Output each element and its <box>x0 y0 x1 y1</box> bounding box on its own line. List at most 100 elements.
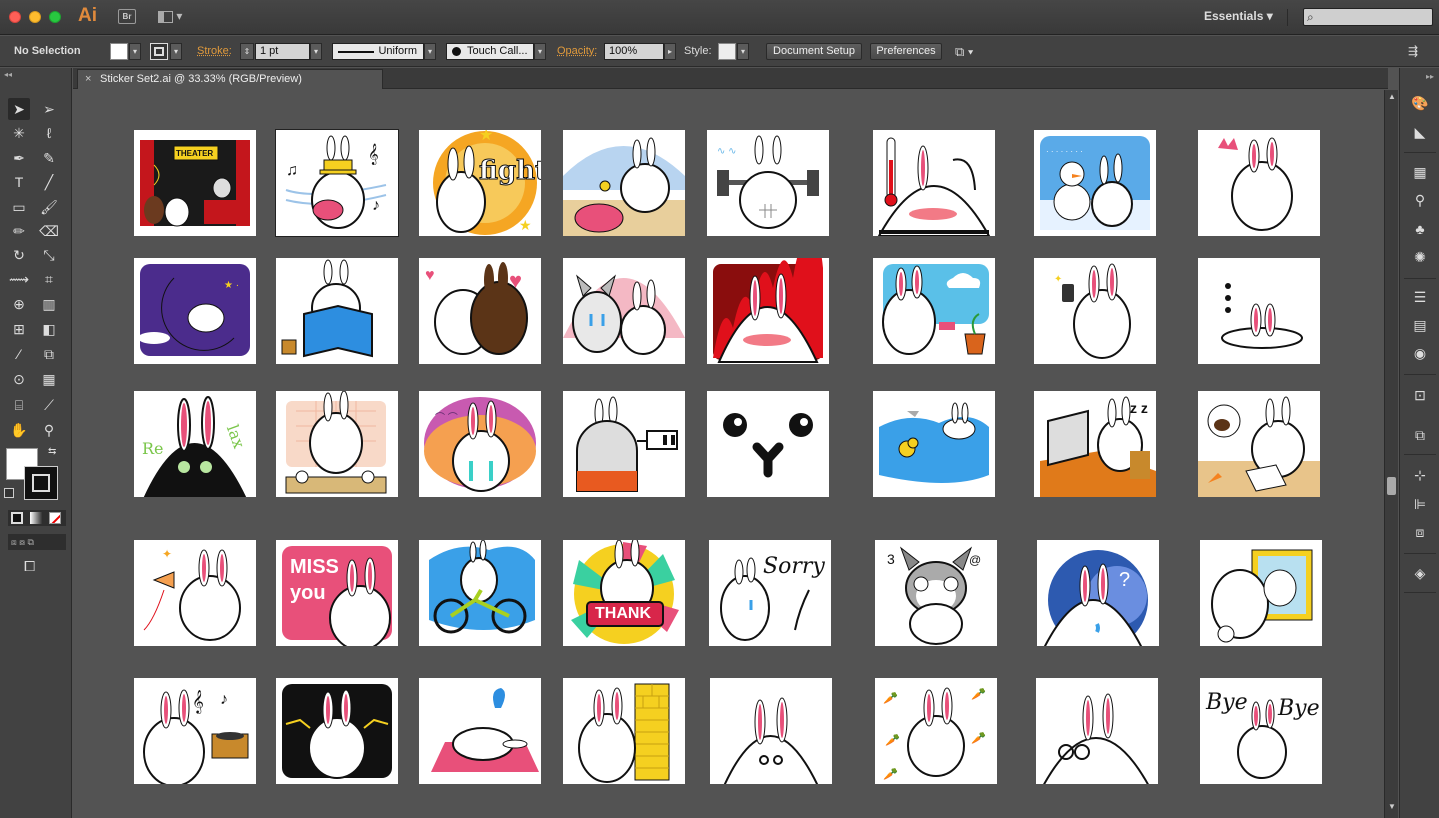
selection-tool-icon[interactable]: ➤ <box>8 98 30 120</box>
color-panel-icon[interactable]: 🎨 <box>1410 94 1430 112</box>
workspace-switcher[interactable]: Essentials ▾ <box>1188 9 1288 26</box>
gradient-tool-icon[interactable]: ◧ <box>38 318 60 340</box>
stroke-weight-dropdown[interactable]: ▾ <box>310 43 322 60</box>
sticker-writing[interactable] <box>1198 391 1320 497</box>
brush-definition[interactable]: Touch Call... <box>446 43 534 60</box>
sticker-carrots[interactable]: 🥕 🥕 🥕 🥕 🥕 <box>875 678 997 784</box>
brush-dropdown[interactable]: ▾ <box>534 43 546 60</box>
sticker-sunset-cry[interactable]: ⌒ ⌒ <box>419 391 541 497</box>
opacity-label[interactable]: Opacity: <box>557 43 597 60</box>
none-mode-icon[interactable] <box>49 512 61 524</box>
profile-dropdown[interactable]: ▾ <box>424 43 436 60</box>
minimize-window-button[interactable] <box>29 11 41 23</box>
curvature-tool-icon[interactable]: ✎ <box>38 147 60 169</box>
sticker-reading[interactable] <box>276 258 398 364</box>
stroke-weight-field[interactable]: 1 pt <box>255 43 310 60</box>
sticker-swimming[interactable] <box>873 391 995 497</box>
sticker-weightlifting[interactable]: ∿ ∿ <box>707 130 829 236</box>
width-tool-icon[interactable]: ⟿ <box>8 268 30 290</box>
sticker-selfie[interactable]: ✦ <box>1034 258 1156 364</box>
layers-stack-icon[interactable]: ⧉ <box>1410 426 1430 444</box>
arrange-documents-button[interactable]: ▾ <box>158 9 186 24</box>
rectangle-tool-icon[interactable]: ▭ <box>8 196 30 218</box>
lasso-tool-icon[interactable]: ℓ <box>38 122 60 144</box>
sticker-lying-down[interactable] <box>419 678 541 784</box>
close-window-button[interactable] <box>9 11 21 23</box>
stroke-dropdown[interactable]: ▾ <box>170 43 182 60</box>
scroll-thumb[interactable] <box>1387 477 1396 495</box>
expand-panels-icon[interactable]: ▸▸ <box>1426 72 1434 81</box>
opacity-dropdown[interactable]: ▸ <box>664 43 676 60</box>
sticker-love-hug[interactable]: ♥ ♥ <box>419 258 541 364</box>
stroke-color-box[interactable] <box>24 466 58 500</box>
graph-tool-icon[interactable]: ▥ <box>38 293 60 315</box>
magic-wand-tool-icon[interactable]: ✳ <box>8 122 30 144</box>
graphic-styles-icon[interactable]: ✺ <box>1410 248 1430 266</box>
hand-tool-icon[interactable]: ✋ <box>8 419 30 441</box>
sticker-hairdryer[interactable]: ✦ <box>134 540 256 646</box>
collapse-tools-icon[interactable]: ◂◂ <box>4 70 12 79</box>
tab-sticker-set2[interactable]: × Sticker Set2.ai @ 33.33% (RGB/Preview) <box>77 69 383 89</box>
layers-icon[interactable]: ◈ <box>1410 564 1430 582</box>
sticker-dizzy-husky[interactable]: 3 @ <box>875 540 997 646</box>
variable-width-profile[interactable]: Uniform <box>332 43 424 60</box>
sticker-bye-bye[interactable]: Bye Bye <box>1200 678 1322 784</box>
pen-tool-icon[interactable]: ✒ <box>8 147 30 169</box>
scale-tool-icon[interactable]: ⤡ <box>38 244 60 266</box>
sticker-hole[interactable] <box>1198 258 1320 364</box>
preferences-button[interactable]: Preferences <box>870 43 942 60</box>
sticker-thank[interactable]: THANK <box>563 540 685 646</box>
scroll-down-icon[interactable]: ▼ <box>1388 802 1396 811</box>
pencil-tool-icon[interactable]: ✏ <box>8 220 30 242</box>
screen-mode-icon[interactable]: ⧠ <box>24 558 35 575</box>
sticker-eating[interactable] <box>276 391 398 497</box>
free-transform-tool-icon[interactable]: ⌗ <box>38 268 60 290</box>
sticker-glasses[interactable] <box>1036 678 1158 784</box>
sticker-sleepy-computer[interactable]: z z <box>1034 391 1156 497</box>
pathfinder-icon[interactable]: ⧈ <box>1410 523 1430 541</box>
swatches-icon[interactable]: ▦ <box>1410 163 1430 181</box>
sticker-sorry[interactable]: Sorry <box>709 540 831 646</box>
fill-dropdown[interactable]: ▾ <box>129 43 141 60</box>
sticker-watering-plant[interactable] <box>873 258 995 364</box>
color-guide-icon[interactable]: ◣ <box>1410 123 1430 141</box>
help-search-input[interactable]: ⌕ <box>1303 8 1433 26</box>
opacity-field[interactable]: 100% <box>604 43 664 60</box>
bridge-button[interactable]: Br <box>118 9 136 24</box>
sticker-music[interactable]: 𝄞 ♪ <box>134 678 256 784</box>
shape-builder-tool-icon[interactable]: ⊕ <box>8 293 30 315</box>
sticker-husky-cry[interactable] <box>563 258 685 364</box>
column-graph-tool-icon[interactable]: ▦ <box>38 368 60 390</box>
stroke-weight-stepper[interactable]: ⇕ <box>240 43 254 60</box>
sticker-brick-wall[interactable] <box>563 678 685 784</box>
slice-tool-icon[interactable]: ⟋ <box>38 394 60 416</box>
rotate-tool-icon[interactable]: ↻ <box>8 244 30 266</box>
appearance-icon[interactable]: ⊡ <box>1410 386 1430 404</box>
document-setup-button[interactable]: Document Setup <box>766 43 862 60</box>
graphic-style-swatch[interactable] <box>718 43 736 60</box>
sticker-angry-fire[interactable] <box>707 258 829 364</box>
eraser-tool-icon[interactable]: ⌫ <box>38 220 60 242</box>
sticker-peek[interactable] <box>710 678 832 784</box>
transparency-icon[interactable]: ◉ <box>1410 344 1430 362</box>
stroke-label[interactable]: Stroke: <box>197 43 232 60</box>
line-tool-icon[interactable]: ╱ <box>38 171 60 193</box>
sticker-low-battery[interactable] <box>563 391 685 497</box>
sticker-theater[interactable]: THEATER <box>134 130 256 236</box>
stroke-panel-icon[interactable]: ☰ <box>1410 288 1430 306</box>
direct-selection-tool-icon[interactable]: ➢ <box>38 98 60 120</box>
artboard-tool-icon[interactable]: ⌸ <box>8 394 30 416</box>
sticker-crown[interactable] <box>1198 130 1320 236</box>
align-icon[interactable]: ⊫ <box>1410 495 1430 513</box>
close-tab-icon[interactable]: × <box>85 70 91 88</box>
swap-colors-icon[interactable]: ⇆ <box>48 446 56 457</box>
sticker-window[interactable] <box>1200 540 1322 646</box>
sticker-piggy-bank[interactable] <box>563 130 685 236</box>
transform-icon[interactable]: ⊹ <box>1410 466 1430 484</box>
symbol-sprayer-tool-icon[interactable]: ⊙ <box>8 368 30 390</box>
sticker-fight[interactable]: ★ ★ fight <box>419 130 541 236</box>
scroll-up-icon[interactable]: ▲ <box>1388 92 1396 101</box>
style-dropdown[interactable]: ▾ <box>737 43 749 60</box>
sticker-moon[interactable]: ★ · <box>134 258 256 364</box>
sticker-guitar[interactable]: ♫ 𝄞 ♪ <box>275 129 399 237</box>
